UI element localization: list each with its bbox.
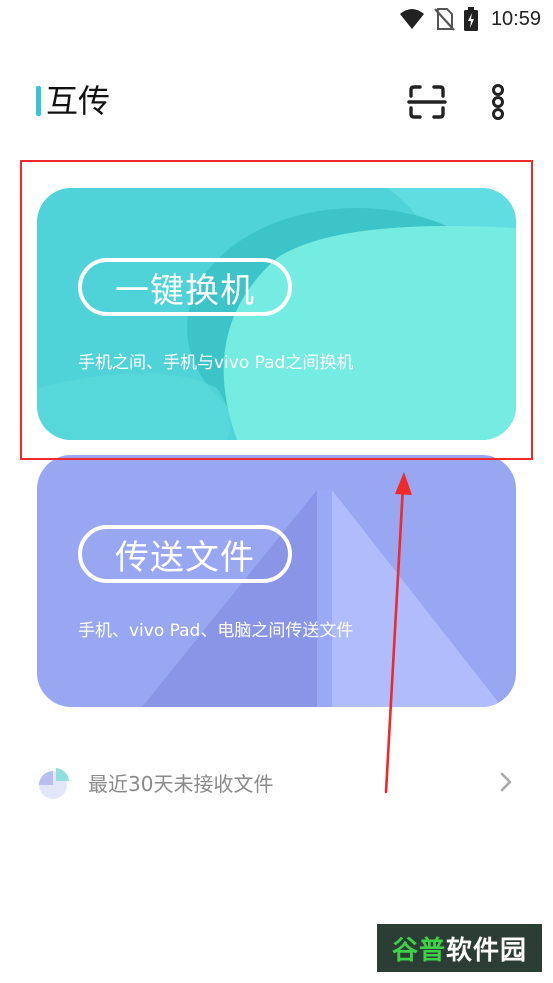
- status-bar: 10:59: [0, 0, 553, 40]
- transfer-files-label: 传送文件: [78, 525, 292, 583]
- title-accent-bar: [36, 86, 41, 116]
- recent-files-label: 最近30天未接收文件: [88, 771, 274, 796]
- no-sim-icon: [434, 8, 455, 31]
- scan-icon[interactable]: [407, 84, 447, 120]
- page-title: 互传: [46, 82, 111, 120]
- phone-switch-label: 一键换机: [78, 258, 292, 316]
- status-icons: 10:59: [399, 5, 541, 33]
- transfer-files-card[interactable]: 传送文件 手机、vivo Pad、电脑之间传送文件: [37, 455, 516, 707]
- watermark-text-part2: 软件园: [446, 935, 528, 966]
- recent-unreceived-files-row[interactable]: 最近30天未接收文件: [36, 760, 516, 804]
- battery-icon: [463, 7, 478, 31]
- status-time: 10:59: [490, 7, 541, 30]
- phone-switch-card[interactable]: 一键换机 手机之间、手机与vivo Pad之间换机: [37, 188, 516, 440]
- annotation-arrow: [384, 472, 412, 794]
- transfer-files-description: 手机、vivo Pad、电脑之间传送文件: [78, 621, 354, 641]
- pie-chart-icon: [39, 768, 69, 799]
- phone-switch-description: 手机之间、手机与vivo Pad之间换机: [78, 353, 354, 373]
- watermark-logo: 谷普 软件园: [377, 924, 542, 972]
- wifi-icon: [399, 9, 424, 29]
- more-icon[interactable]: [486, 84, 510, 120]
- watermark-text-part1: 谷普: [391, 935, 446, 966]
- chevron-right-icon: [500, 772, 512, 792]
